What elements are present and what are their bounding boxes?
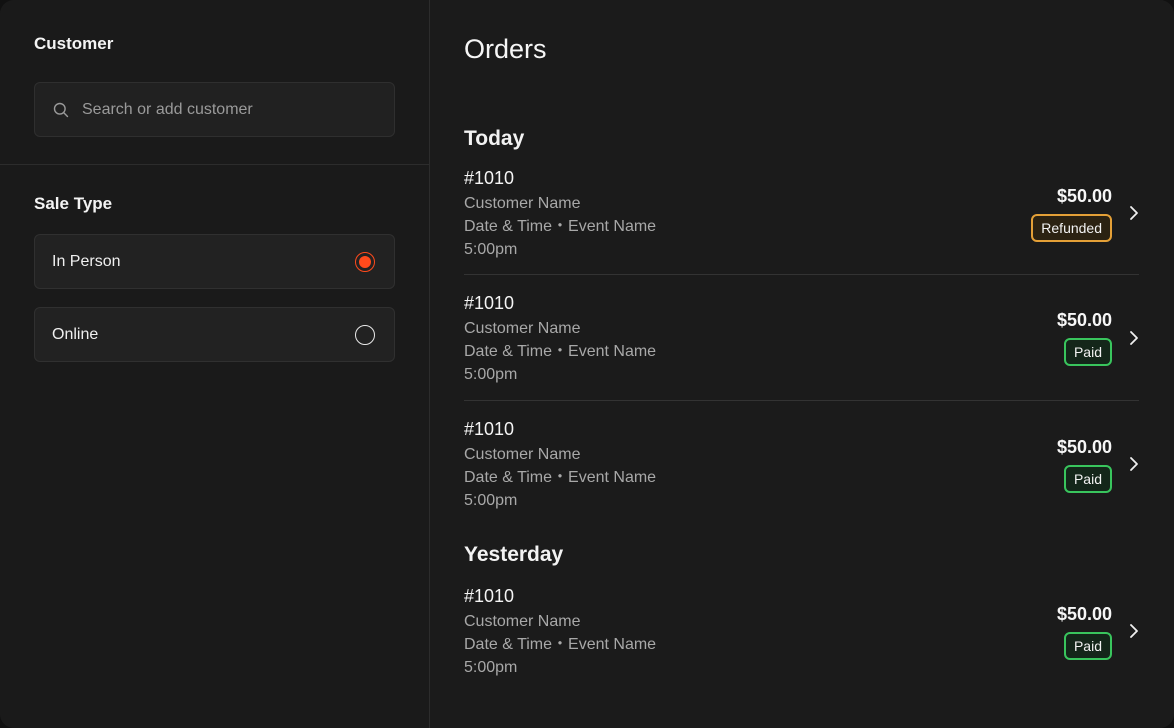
status-badge: Paid: [1063, 631, 1112, 660]
chevron-right-icon[interactable]: [1129, 623, 1139, 639]
order-event: Date & Time・Event Name: [464, 469, 657, 486]
order-row[interactable]: #1010 Customer Name Date & Time・Event Na…: [464, 152, 1139, 275]
status-badge: Refunded: [1031, 213, 1112, 242]
order-row[interactable]: #1010 Customer Name Date & Time・Event Na…: [464, 401, 1139, 527]
orders-group-yesterday: #1010 Customer Name Date & Time・Event Na…: [464, 568, 1139, 694]
order-customer: Customer Name: [464, 319, 581, 337]
order-summary: $50.00 Paid: [1057, 436, 1139, 493]
order-row[interactable]: #1010 Customer Name Date & Time・Event Na…: [464, 568, 1139, 694]
order-summary: $50.00 Refunded: [1031, 185, 1139, 242]
sale-type-section: Sale Type In Person Online: [0, 165, 429, 362]
order-id: #1010: [464, 586, 515, 606]
orders-group-today: #1010 Customer Name Date & Time・Event Na…: [464, 152, 1139, 527]
left-panel: Customer Sale Type In Person Online: [0, 0, 430, 728]
option-label: In Person: [52, 252, 121, 270]
order-event: Date & Time・Event Name: [464, 342, 657, 360]
search-icon: [53, 102, 69, 117]
order-id: #1010: [464, 292, 515, 313]
customer-search[interactable]: [34, 82, 395, 137]
sale-type-title: Sale Type: [34, 194, 113, 213]
sale-type-option-online[interactable]: Online: [34, 307, 395, 362]
order-row[interactable]: #1010 Customer Name Date & Time・Event Na…: [464, 275, 1139, 401]
order-time: 5:00pm: [464, 241, 518, 258]
order-amount: $50.00: [1056, 310, 1112, 330]
app-window: Customer Sale Type In Person Online O: [0, 0, 1174, 728]
status-badge: Paid: [1063, 464, 1112, 493]
order-amount: $50.00: [1056, 603, 1112, 624]
option-label: Online: [52, 325, 99, 343]
order-customer: Customer Name: [464, 446, 581, 463]
customer-title: Customer: [34, 34, 114, 53]
order-event: Date & Time・Event Name: [464, 636, 657, 653]
radio-selected[interactable]: [355, 251, 375, 272]
order-info: #1010 Customer Name Date & Time・Event Na…: [464, 290, 656, 386]
order-summary: $50.00 Paid: [1057, 603, 1139, 660]
order-amount: $50.00: [1056, 436, 1112, 457]
order-customer: Customer Name: [464, 613, 581, 630]
group-title-yesterday: Yesterday: [464, 543, 564, 566]
order-amount: $50.00: [1056, 185, 1112, 206]
order-time: 5:00pm: [464, 659, 518, 676]
page-title: Orders: [464, 34, 547, 64]
order-info: #1010 Customer Name Date & Time・Event Na…: [464, 583, 656, 679]
order-info: #1010 Customer Name Date & Time・Event Na…: [464, 416, 656, 512]
chevron-right-icon[interactable]: [1129, 330, 1139, 346]
order-summary: $50.00 Paid: [1057, 309, 1139, 366]
order-id: #1010: [464, 419, 515, 439]
chevron-right-icon[interactable]: [1129, 456, 1139, 472]
order-time: 5:00pm: [464, 492, 518, 509]
customer-section: Customer: [0, 0, 429, 165]
radio-unselected[interactable]: [355, 324, 375, 345]
chevron-right-icon[interactable]: [1129, 205, 1139, 221]
order-customer: Customer Name: [464, 195, 581, 212]
customer-search-input[interactable]: [80, 99, 364, 120]
orders-panel: Orders Today #1010 Customer Name Date & …: [430, 0, 1174, 728]
order-time: 5:00pm: [464, 365, 518, 383]
order-id: #1010: [464, 168, 515, 188]
status-badge: Paid: [1063, 338, 1112, 366]
order-info: #1010 Customer Name Date & Time・Event Na…: [464, 165, 656, 261]
group-title-today: Today: [464, 127, 525, 150]
sale-type-option-in-person[interactable]: In Person: [34, 234, 395, 289]
order-event: Date & Time・Event Name: [464, 218, 657, 235]
